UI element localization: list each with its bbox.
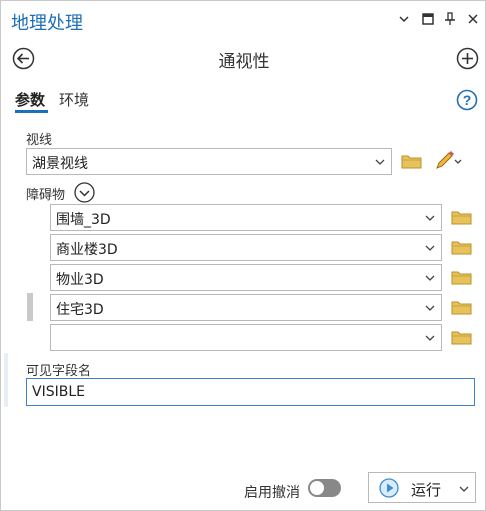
row-drag-handle[interactable] (27, 293, 33, 321)
obstruction-select-3[interactable]: 物业3D (50, 264, 442, 291)
folder-icon[interactable] (451, 209, 472, 225)
sight-lines-value: 湖景视线 (32, 156, 88, 172)
pin-icon[interactable] (443, 12, 457, 26)
enable-undo-toggle[interactable] (308, 479, 341, 497)
chevron-down-icon[interactable] (459, 485, 469, 493)
chevron-down-icon (425, 305, 435, 311)
tab-parameters[interactable]: 参数 (15, 89, 45, 110)
chevron-down-icon (425, 215, 435, 221)
plus-icon[interactable] (456, 47, 479, 70)
chevron-down-icon[interactable] (74, 182, 95, 203)
run-button[interactable]: 运行 (368, 472, 476, 503)
help-icon[interactable]: ? (456, 89, 478, 111)
obstruction-value: 商业楼3D (56, 242, 118, 258)
sight-lines-select[interactable]: 湖景视线 (26, 148, 392, 175)
obstruction-value: 围墙_3D (56, 212, 111, 228)
run-label: 运行 (411, 481, 442, 499)
play-icon (379, 478, 399, 498)
visible-field-label: 可见字段名 (26, 364, 92, 379)
pane-titlebar: 地理处理 (1, 1, 485, 39)
visible-field-value: VISIBLE (32, 384, 85, 400)
svg-text:?: ? (463, 92, 472, 108)
obstruction-select-1[interactable]: 围墙_3D (50, 204, 442, 231)
folder-icon[interactable] (451, 299, 472, 315)
folder-icon[interactable] (451, 269, 472, 285)
obstruction-select-4[interactable]: 住宅3D (50, 294, 442, 321)
folder-icon[interactable] (451, 239, 472, 255)
obstructions-label: 障碍物 (26, 188, 66, 203)
section-indicator (4, 353, 8, 407)
tool-title: 通视性 (218, 52, 270, 72)
obstruction-select-2[interactable]: 商业楼3D (50, 234, 442, 261)
active-tab-indicator (15, 110, 48, 113)
obstruction-value: 住宅3D (56, 302, 104, 318)
obstruction-value: 物业3D (56, 272, 104, 288)
pane-title: 地理处理 (11, 13, 83, 34)
sight-lines-label: 视线 (26, 133, 53, 148)
chevron-down-icon (425, 245, 435, 251)
toggle-knob (310, 481, 324, 495)
chevron-down-icon (375, 159, 385, 165)
visible-field-input[interactable]: VISIBLE (26, 378, 475, 406)
close-icon[interactable] (466, 12, 480, 26)
geoprocessing-pane: 地理处理 通视性 参数 环境 ? 视线 湖景视线 障碍物 围墙_3D 商业楼3D… (0, 0, 486, 511)
maximize-icon[interactable] (421, 12, 435, 26)
chevron-down-icon (425, 335, 435, 341)
enable-undo-label: 启用撤消 (244, 485, 300, 501)
folder-icon[interactable] (451, 329, 472, 345)
pencil-icon[interactable] (434, 151, 462, 171)
obstruction-select-empty[interactable] (50, 324, 442, 351)
tab-environments[interactable]: 环境 (59, 89, 89, 110)
chevron-down-icon (425, 275, 435, 281)
chevron-down-icon[interactable] (397, 12, 411, 26)
folder-icon[interactable] (401, 153, 422, 169)
